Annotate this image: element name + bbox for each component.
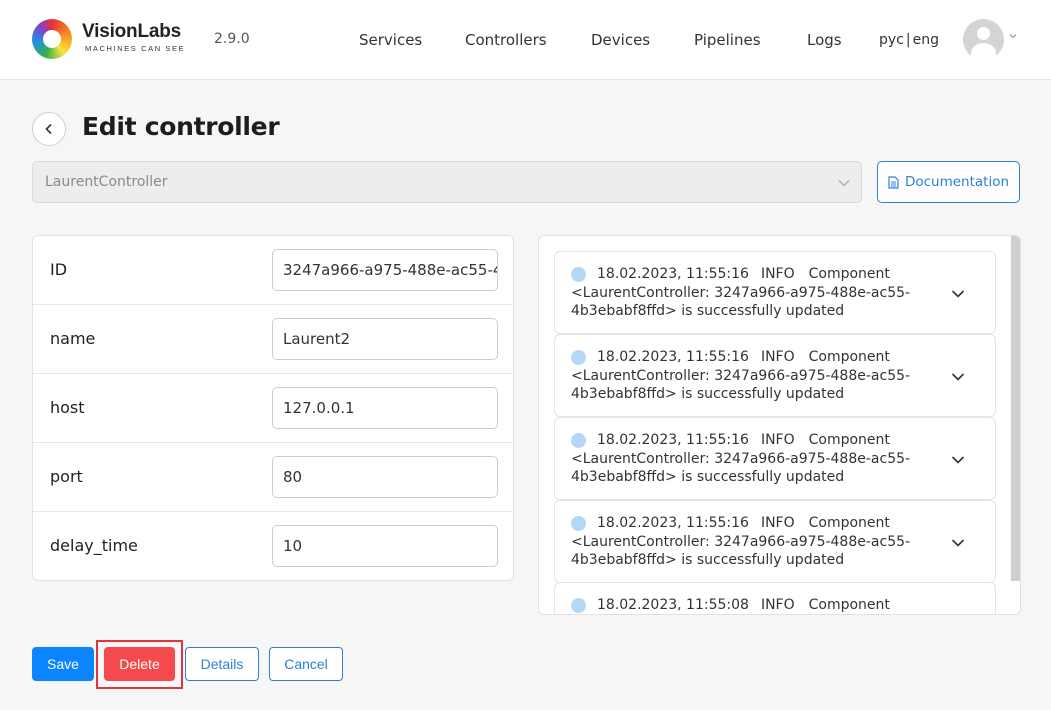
nav-controllers[interactable]: Controllers (465, 31, 547, 49)
chevron-down-icon[interactable] (951, 536, 965, 550)
log-level: INFO (760, 432, 795, 448)
log-message: 4b3ebabf8ffd> is successfully updated (571, 552, 845, 568)
param-row-delay-time: delay_time 10 (33, 512, 513, 580)
app-header: VisionLabs MACHINES CAN SEE 2.9.0 Servic… (0, 0, 1051, 80)
documentation-label: Documentation (904, 174, 1010, 190)
log-message: Component (808, 432, 890, 448)
details-button[interactable]: Details (185, 647, 259, 681)
log-message: Component (808, 349, 890, 365)
log-message: Component (808, 266, 890, 282)
lang-separator: | (905, 32, 911, 48)
log-level: INFO (760, 266, 795, 282)
nav-services[interactable]: Services (359, 31, 422, 49)
controller-params-card: ID 3247a966-a975-488e-ac55-4b3ebabf8ffd … (32, 235, 514, 581)
param-label: port (50, 467, 83, 486)
chevron-down-icon (838, 179, 850, 187)
id-input[interactable]: 3247a966-a975-488e-ac55-4b3ebabf8ffd (272, 249, 498, 291)
log-status-dot (571, 266, 586, 282)
log-message: 4b3ebabf8ffd> is successfully updated (571, 469, 845, 485)
host-input[interactable]: 127.0.0.1 (272, 387, 498, 429)
delay-time-input[interactable]: 10 (272, 525, 498, 567)
param-row-name: name Laurent2 (33, 305, 513, 374)
log-time: 18.02.2023, 11:55:16 (597, 266, 749, 282)
log-message: <LaurentController: 3247a966-a975-488e-a… (571, 534, 911, 550)
delete-button[interactable]: Delete (104, 647, 175, 681)
nav-devices[interactable]: Devices (591, 31, 650, 49)
log-time: 18.02.2023, 11:55:16 (597, 432, 749, 448)
log-message: <LaurentController: 3247a966-a975-488e-a… (571, 285, 911, 301)
log-status-dot (571, 432, 586, 448)
save-button[interactable]: Save (32, 647, 94, 681)
param-row-host: host 127.0.0.1 (33, 374, 513, 443)
log-item[interactable]: 18.02.2023, 11:55:16 INFO Component <Laure… (554, 334, 996, 417)
chevron-left-icon (45, 123, 52, 135)
chevron-down-icon[interactable] (951, 453, 965, 467)
controller-type-value: LaurentController (45, 174, 168, 190)
log-time: 18.02.2023, 11:55:08 (597, 597, 749, 613)
log-level: INFO (760, 349, 795, 365)
param-label: host (50, 398, 85, 417)
log-status-dot (571, 349, 586, 365)
param-label: ID (50, 260, 68, 279)
log-message: 4b3ebabf8ffd> is successfully updated (571, 303, 845, 319)
log-item[interactable]: 18.02.2023, 11:55:16 INFO Component <Laure… (554, 500, 996, 583)
chevron-down-icon[interactable] (1009, 32, 1017, 40)
log-status-dot (571, 515, 586, 531)
visionlabs-logo-icon[interactable] (32, 19, 72, 59)
controller-type-select[interactable]: LaurentController (32, 161, 862, 203)
cancel-button[interactable]: Cancel (269, 647, 343, 681)
log-message: <LaurentController: 3247a966-a975-488e-a… (571, 368, 911, 384)
log-status-dot (571, 597, 586, 613)
lang-ru[interactable]: рус (879, 32, 904, 48)
log-level: INFO (760, 515, 795, 531)
port-input[interactable]: 80 (272, 456, 498, 498)
nav-pipelines[interactable]: Pipelines (694, 31, 761, 49)
log-time: 18.02.2023, 11:55:16 (597, 349, 749, 365)
page-title: Edit controller (82, 112, 280, 141)
document-icon (888, 175, 899, 189)
log-message: Component (808, 515, 890, 531)
log-message: Component (808, 597, 890, 613)
logo-text[interactable]: VisionLabs MACHINES CAN SEE (82, 21, 185, 53)
log-item[interactable]: 18.02.2023, 11:55:16 INFO Component <Laure… (554, 417, 996, 500)
log-level: INFO (760, 597, 795, 613)
app-version: 2.9.0 (214, 31, 250, 47)
nav-logs[interactable]: Logs (807, 31, 842, 49)
log-item[interactable]: 18.02.2023, 11:55:08 INFO Component (554, 582, 996, 614)
language-switcher: рус | eng (879, 32, 939, 48)
brand-name: VisionLabs (82, 21, 182, 42)
log-message: 4b3ebabf8ffd> is successfully updated (571, 386, 845, 402)
chevron-down-icon[interactable] (951, 370, 965, 384)
chevron-down-icon[interactable] (951, 287, 965, 301)
param-row-id: ID 3247a966-a975-488e-ac55-4b3ebabf8ffd (33, 236, 513, 305)
log-time: 18.02.2023, 11:55:16 (597, 515, 749, 531)
user-avatar-icon[interactable] (963, 19, 1004, 60)
param-label: delay_time (50, 536, 138, 555)
logs-scrollbar[interactable] (1011, 236, 1020, 581)
back-button[interactable] (32, 112, 66, 146)
log-item[interactable]: 18.02.2023, 11:55:16 INFO Component <Laure… (554, 251, 996, 334)
logs-panel[interactable]: 18.02.2023, 11:55:16 INFO Component <Laure… (538, 235, 1021, 615)
log-message: <LaurentController: 3247a966-a975-488e-a… (571, 451, 911, 467)
param-row-port: port 80 (33, 443, 513, 512)
param-label: name (50, 329, 96, 348)
documentation-button[interactable]: Documentation (877, 161, 1020, 203)
name-input[interactable]: Laurent2 (272, 318, 498, 360)
brand-tagline: MACHINES CAN SEE (85, 44, 186, 53)
lang-en[interactable]: eng (913, 32, 939, 48)
